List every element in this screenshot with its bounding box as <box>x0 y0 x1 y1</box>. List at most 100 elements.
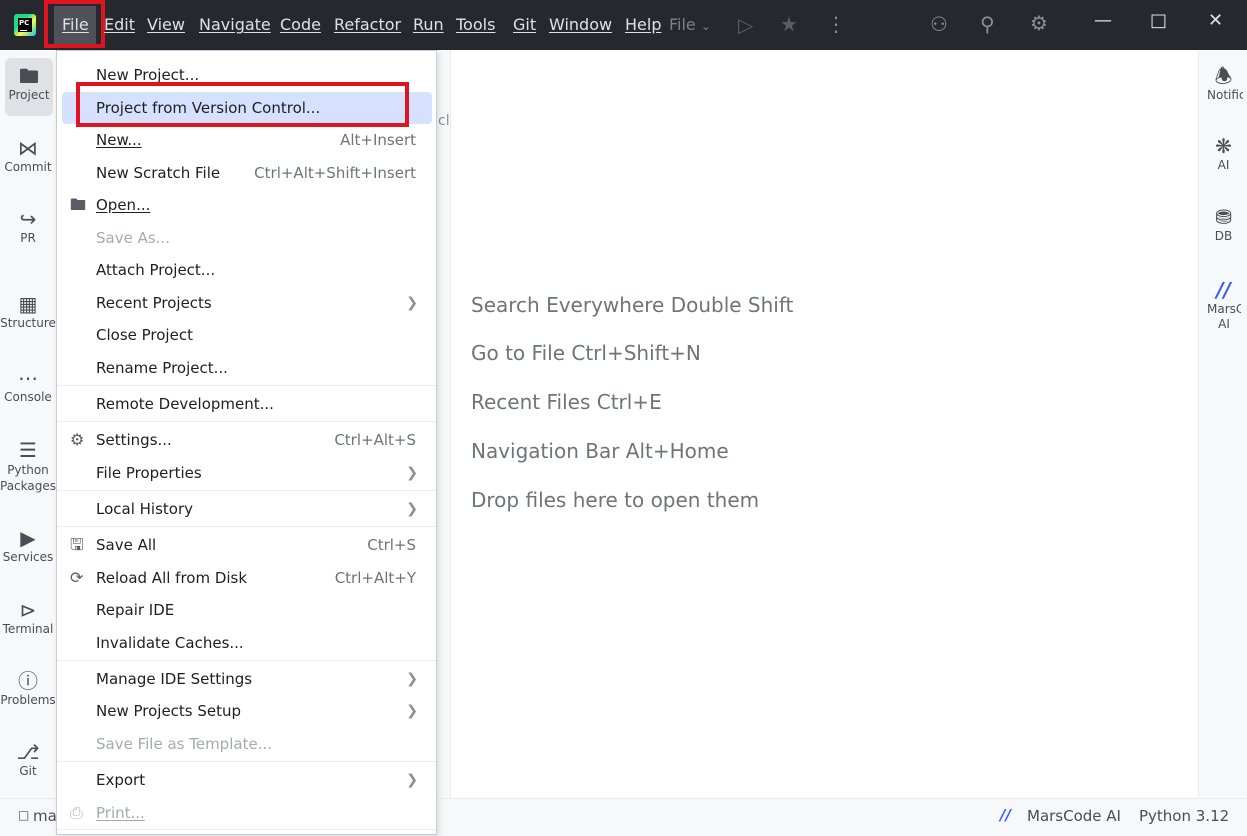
marscode-status-icon: // <box>1000 806 1011 824</box>
menu-rename-project[interactable]: Rename Project... <box>57 352 436 384</box>
gear-icon[interactable]: ⚙ <box>1030 11 1048 35</box>
menu-export-label: Export <box>96 771 146 789</box>
menu-print: ⎙ Print... <box>57 797 436 829</box>
menu-settings-shortcut: Ctrl+Alt+S <box>334 431 416 449</box>
menu-save-as: Save As... <box>57 222 436 254</box>
menu-reload-all[interactable]: ⟳ Reload All from Disk Ctrl+Alt+Y <box>57 562 436 594</box>
menu-local-history[interactable]: Local History ❯ <box>57 493 436 525</box>
menu-file[interactable]: File <box>62 14 89 36</box>
chevron-right-icon: ❯ <box>406 295 418 311</box>
chevron-down-icon: ⌄ <box>700 19 711 33</box>
tool-problems[interactable]: ⓘ Problems <box>0 669 56 707</box>
menu-new-label: New... <box>96 131 142 149</box>
chevron-right-icon: ❯ <box>406 501 418 517</box>
project-widget-icon: □ <box>18 808 30 822</box>
tool-console-label: Console <box>4 390 52 404</box>
pull-request-icon: ↪ <box>19 207 37 231</box>
menu-window[interactable]: Window <box>549 14 612 36</box>
problems-icon: ⓘ <box>18 669 38 693</box>
more-actions-icon[interactable]: ⋮ <box>826 12 846 36</box>
menu-git[interactable]: Git <box>513 14 536 36</box>
status-python-interpreter[interactable]: Python 3.12 <box>1139 807 1229 825</box>
menu-close-project[interactable]: Close Project <box>57 319 436 351</box>
editor-empty-area[interactable] <box>450 50 1198 798</box>
menu-separator <box>57 385 436 386</box>
menu-remote-development[interactable]: Remote Development... <box>57 388 436 420</box>
chevron-right-icon: ❯ <box>406 772 418 788</box>
printer-icon: ⎙ <box>70 803 83 822</box>
menu-manage-ide-settings[interactable]: Manage IDE Settings ❯ <box>57 663 436 695</box>
status-marscode[interactable]: MarsCode AI <box>1027 807 1121 825</box>
tool-terminal-label: Terminal <box>2 622 54 636</box>
tool-git[interactable]: ⎇ Git <box>0 740 56 778</box>
tool-notifications-label: Notifications <box>1207 88 1243 102</box>
menu-recent-projects[interactable]: Recent Projects ❯ <box>57 287 436 319</box>
menu-new-projects-setup[interactable]: New Projects Setup ❯ <box>57 695 436 727</box>
tool-python-packages[interactable]: ☰ Python Packages <box>0 438 56 494</box>
menu-run[interactable]: Run <box>413 14 444 36</box>
menu-edit[interactable]: Edit <box>104 14 135 36</box>
menu-save-as-label: Save As... <box>96 229 170 247</box>
menu-rename-project-label: Rename Project... <box>96 359 228 377</box>
menu-save-all[interactable]: 🖫 Save All Ctrl+S <box>57 529 436 561</box>
tool-db-label: DB <box>1214 229 1233 243</box>
menu-separator <box>57 421 436 422</box>
menu-save-file-as-template: Save File as Template... <box>57 728 436 760</box>
tool-notifications[interactable]: 🕭 Notifications <box>1199 64 1247 102</box>
tool-terminal[interactable]: ⊳ Terminal <box>0 598 56 636</box>
tool-db[interactable]: ⛃ DB <box>1199 205 1247 243</box>
menu-view[interactable]: View <box>147 14 185 36</box>
menu-attach-project[interactable]: Attach Project... <box>57 254 436 286</box>
menu-invalidate-caches[interactable]: Invalidate Caches... <box>57 627 436 659</box>
pycharm-logo-icon[interactable]: PC <box>14 14 36 36</box>
menu-remote-development-label: Remote Development... <box>96 395 274 413</box>
tool-ai-label: AI <box>1217 158 1230 172</box>
tool-project[interactable]: 🖿 Project <box>5 58 53 116</box>
tool-project-label: Project <box>8 88 50 102</box>
menu-local-history-label: Local History <box>96 500 194 518</box>
menu-help[interactable]: Help <box>625 14 661 36</box>
menu-reload-all-label: Reload All from Disk <box>96 569 248 587</box>
menu-navigate[interactable]: Navigate <box>199 14 271 36</box>
menu-save-all-label: Save All <box>96 536 157 554</box>
menu-new-shortcut: Alt+Insert <box>340 131 416 149</box>
tool-structure[interactable]: ▦ Structure <box>0 292 56 330</box>
maximize-icon[interactable]: □ <box>1150 10 1167 31</box>
tool-commit[interactable]: ⋈ Commit <box>0 136 56 174</box>
add-user-icon[interactable]: ⚇ <box>930 12 948 36</box>
chevron-right-icon: ❯ <box>406 703 418 719</box>
tool-git-label: Git <box>19 764 37 778</box>
menu-refactor[interactable]: Refactor <box>334 14 401 36</box>
menu-export[interactable]: Export ❯ <box>57 764 436 796</box>
menu-repair-ide[interactable]: Repair IDE <box>57 594 436 626</box>
run-config-selector[interactable]: File ⌄ <box>669 14 711 37</box>
menu-open[interactable]: 🖿 Open... <box>57 189 436 221</box>
menu-close-project-label: Close Project <box>96 326 193 344</box>
marscode-logo-icon: // <box>1216 278 1231 302</box>
menu-settings[interactable]: ⚙ Settings... Ctrl+Alt+S <box>57 424 436 456</box>
menu-file-properties[interactable]: File Properties ❯ <box>57 457 436 489</box>
tool-services[interactable]: ▶ Services <box>0 526 56 564</box>
tool-ai[interactable]: ❋ AI <box>1199 134 1247 172</box>
structure-icon: ▦ <box>18 292 38 316</box>
services-icon: ▶ <box>20 526 36 550</box>
commit-icon: ⋈ <box>18 136 38 160</box>
debug-icon[interactable]: ★ <box>780 12 798 36</box>
search-icon[interactable]: ⚲ <box>980 12 995 36</box>
status-project-name[interactable]: ma <box>33 807 57 825</box>
menu-tools[interactable]: Tools <box>456 14 495 36</box>
menu-code[interactable]: Code <box>280 14 321 36</box>
chevron-right-icon: ❯ <box>406 671 418 687</box>
tool-services-label: Services <box>2 550 54 564</box>
hint-navigation-bar: Navigation Bar Alt+Home <box>471 439 729 463</box>
tool-pr[interactable]: ↪ PR <box>0 207 56 245</box>
close-icon[interactable]: ✕ <box>1208 10 1223 31</box>
tool-marscode-ai[interactable]: // MarsCode AI <box>1199 278 1247 332</box>
tool-console[interactable]: ⋯ Console <box>0 366 56 404</box>
tool-commit-label: Commit <box>4 160 52 174</box>
run-icon[interactable]: ▷ <box>738 13 753 37</box>
minimize-icon[interactable]: — <box>1094 10 1112 31</box>
console-icon: ⋯ <box>18 366 38 390</box>
menu-new-scratch-file[interactable]: New Scratch File Ctrl+Alt+Shift+Insert <box>57 157 436 189</box>
menu-new[interactable]: New... Alt+Insert <box>57 124 436 156</box>
